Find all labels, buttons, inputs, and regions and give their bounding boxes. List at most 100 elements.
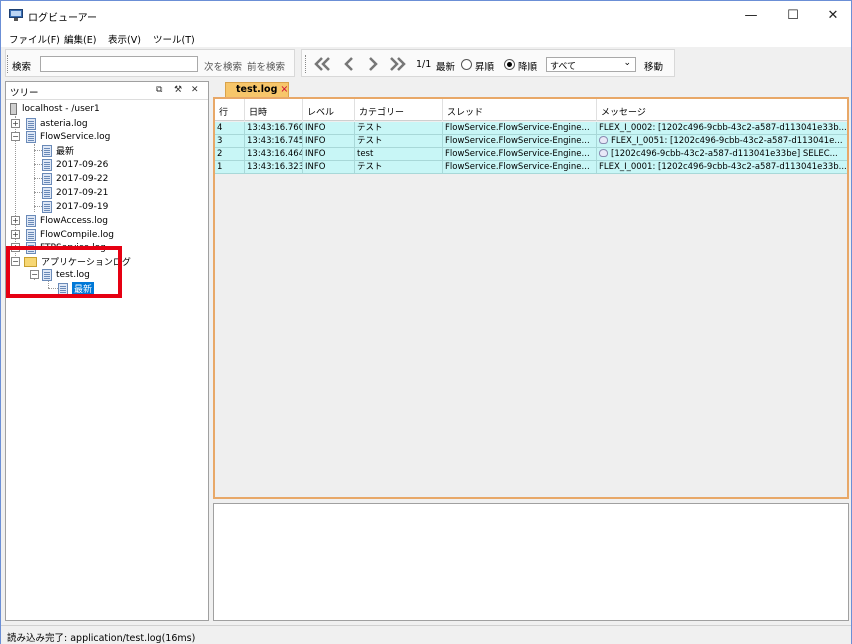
tree-node-label: 2017-09-26: [56, 159, 109, 170]
filter-select-value: すべて: [550, 62, 577, 72]
cell-row: 4: [215, 122, 245, 135]
cell-level: INFO: [303, 148, 355, 161]
tree-node-flowservice[interactable]: FlowService.log: [26, 130, 110, 143]
app-window: ログビューアー — ☐ ✕ ファイル(F) 編集(E) 表示(V) ツール(T)…: [0, 0, 852, 644]
next-page-icon[interactable]: [362, 56, 384, 72]
tree-node-flowcompile[interactable]: FlowCompile.log: [26, 228, 114, 241]
cell-datetime: 13:43:16.760: [247, 122, 303, 135]
column-header-row[interactable]: 行: [215, 99, 245, 121]
descending-radio[interactable]: [504, 59, 515, 70]
close-window-button[interactable]: ✕: [813, 1, 852, 29]
column-header-datetime[interactable]: 日時: [245, 99, 303, 121]
message-icon: [599, 136, 608, 144]
menu-file[interactable]: ファイル(F): [9, 32, 60, 46]
menu-bar: ファイル(F) 編集(E) 表示(V) ツール(T): [1, 29, 851, 47]
log-file-icon: [26, 228, 36, 241]
menu-tools[interactable]: ツール(T): [153, 32, 195, 46]
float-panel-icon[interactable]: ⧉: [156, 85, 162, 95]
highlight-box: [6, 246, 122, 298]
table-row[interactable]: 1 13:43:16.323 INFO テスト FlowService.Flow…: [215, 161, 847, 174]
close-tab-icon[interactable]: ×: [280, 84, 288, 95]
log-file-icon: [42, 158, 52, 171]
menu-edit[interactable]: 編集(E): [64, 32, 96, 46]
log-file-icon: [42, 200, 52, 213]
column-header-thread[interactable]: スレッド: [443, 99, 597, 121]
maximize-button[interactable]: ☐: [773, 1, 813, 29]
chevron-down-icon: ⌄: [623, 58, 631, 68]
maximize-icon: ☐: [787, 7, 799, 23]
toolbar-grip[interactable]: [305, 55, 308, 73]
table-row[interactable]: 3 13:43:16.745 INFO テスト FlowService.Flow…: [215, 135, 847, 148]
message-detail-pane[interactable]: [213, 503, 849, 621]
tree-node-date[interactable]: 2017-09-21: [42, 186, 108, 199]
server-icon: [10, 102, 17, 115]
toolbar-grip[interactable]: [7, 55, 10, 73]
close-panel-icon[interactable]: ✕: [191, 85, 199, 95]
descending-label[interactable]: 降順: [518, 59, 537, 73]
table-row[interactable]: 2 13:43:16.464 INFO test FlowService.Flo…: [215, 148, 847, 161]
cell-message-text: [1202c496-9cbb-43c2-a587-d113041e33be] S…: [611, 149, 838, 159]
cell-message: [1202c496-9cbb-43c2-a587-d113041e33be] S…: [597, 148, 847, 161]
tree-node-flowaccess[interactable]: FlowAccess.log: [26, 214, 108, 227]
tree-node-label: 最新: [56, 147, 75, 157]
tree-node-asteria[interactable]: asteria.log: [26, 117, 88, 130]
cell-datetime: 13:43:16.745: [247, 135, 303, 148]
tree-panel-title: ツリー: [10, 88, 39, 99]
window-title: ログビューアー: [28, 13, 97, 24]
last-page-icon[interactable]: [386, 56, 408, 72]
cell-category: テスト: [355, 135, 443, 148]
grid-header: 行 日時 レベル カテゴリー スレッド メッセージ: [215, 99, 847, 121]
ascending-label[interactable]: 昇順: [475, 59, 494, 73]
prev-page-icon[interactable]: [338, 56, 360, 72]
menu-view[interactable]: 表示(V): [108, 32, 141, 46]
find-prev-button[interactable]: 前を検索: [247, 59, 285, 73]
minimize-icon: —: [744, 7, 758, 23]
tab-label: test.log: [236, 84, 278, 95]
pin-icon[interactable]: ⚒: [174, 85, 182, 95]
log-file-icon: [42, 172, 52, 185]
cell-datetime: 13:43:16.464: [247, 148, 303, 161]
tree-panel-header: ツリー ⧉ ⚒ ✕: [6, 82, 208, 100]
page-indicator: 1/1: [416, 59, 432, 70]
log-file-icon: [26, 214, 36, 227]
expand-icon[interactable]: +: [11, 230, 20, 239]
expand-icon[interactable]: +: [11, 119, 20, 128]
title-bar: ログビューアー — ☐ ✕: [1, 1, 851, 29]
expand-icon[interactable]: +: [11, 216, 20, 225]
find-next-button[interactable]: 次を検索: [204, 59, 242, 73]
cell-message-text: FLEX_I_0051: [1202c496-9cbb-43c2-a587-d1…: [611, 136, 843, 146]
move-button[interactable]: 移動: [644, 59, 663, 73]
log-grid: 行 日時 レベル カテゴリー スレッド メッセージ 4 13:43:16.760…: [213, 97, 849, 499]
tree-node-date[interactable]: 2017-09-26: [42, 158, 108, 171]
column-header-level[interactable]: レベル: [303, 99, 355, 121]
cell-message: FLEX_I_0001: [1202c496-9cbb-43c2-a587-d1…: [599, 162, 847, 172]
cell-category: テスト: [355, 161, 443, 174]
tab-test-log[interactable]: test.log ×: [225, 82, 289, 97]
search-input[interactable]: [40, 56, 198, 72]
log-file-icon: [42, 186, 52, 199]
cell-level: INFO: [303, 135, 355, 148]
column-header-category[interactable]: カテゴリー: [355, 99, 443, 121]
filter-select[interactable]: すべて ⌄: [546, 57, 636, 72]
cell-category: test: [355, 148, 443, 161]
toolbar: 検索 次を検索 前を検索 1/1 最新 昇順 降順 すべて ⌄ 移動: [1, 47, 851, 79]
column-header-message[interactable]: メッセージ: [597, 99, 847, 121]
tree-node-label: localhost - /user1: [22, 103, 100, 114]
tree-node-root[interactable]: localhost - /user1: [10, 102, 100, 115]
cell-row: 1: [215, 161, 245, 174]
latest-button[interactable]: 最新: [436, 59, 455, 73]
minimize-button[interactable]: —: [731, 1, 771, 29]
tree-node-flowservice-latest[interactable]: 最新: [42, 144, 74, 157]
cell-row: 2: [215, 148, 245, 161]
tree-node-date[interactable]: 2017-09-22: [42, 172, 108, 185]
log-file-icon: [26, 130, 36, 143]
cell-level: INFO: [303, 161, 355, 174]
navigation-toolbar: 1/1 最新 昇順 降順 すべて ⌄ 移動: [301, 49, 675, 77]
tree-node-label: asteria.log: [40, 118, 88, 129]
collapse-icon[interactable]: −: [11, 132, 20, 141]
table-row[interactable]: 4 13:43:16.760 INFO テスト FlowService.Flow…: [215, 122, 847, 135]
tree-node-date[interactable]: 2017-09-19: [42, 200, 108, 213]
cell-message: FLEX_I_0002: [1202c496-9cbb-43c2-a587-d1…: [599, 123, 847, 133]
first-page-icon[interactable]: [312, 56, 334, 72]
ascending-radio[interactable]: [461, 59, 472, 70]
